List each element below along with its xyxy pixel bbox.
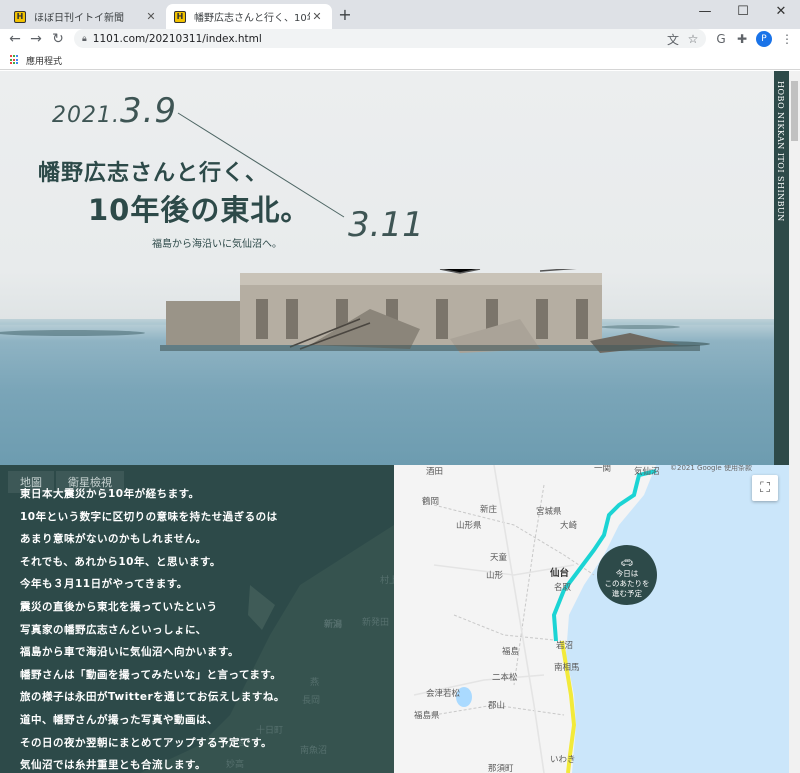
apps-grid-icon[interactable] (10, 55, 20, 65)
map-fullscreen-button[interactable]: ⛶ (752, 475, 778, 501)
intro-line: あまり意味がないのかもしれません。 (20, 533, 207, 546)
end-date: 3.11 (348, 205, 424, 245)
intro-line: 震災の直後から東北を撮っていたという (20, 600, 218, 613)
badge-line: このあたりを (604, 579, 650, 588)
intro-panel: 村上 新潟 新発田 長岡 燕 上越 妙高 南魚沼 十日町 地圖 衛星檢視 東日本… (0, 465, 394, 773)
maximize-icon[interactable]: ☐ (724, 0, 762, 22)
intro-line: 福島から車で海沿いに気仙沼へ向かいます。 (20, 646, 239, 659)
badge-line: 進む予定 (612, 589, 642, 598)
intro-line: 旅の様子は永田がTwitterを通じてお伝えしますね。 (20, 691, 285, 704)
map-place-label: 会津若松 (426, 689, 461, 699)
page-content: 2021.3.9 3.11 幡野広志さんと行く、 10年後の東北。 福島から海沿… (0, 71, 800, 773)
map-place-label: 新庄 (480, 505, 498, 515)
tab-title: 幡野広志さんと行く、10年後の東 (194, 13, 310, 24)
map-place-label: 山形 (486, 571, 504, 581)
map-place-label: 二本松 (492, 673, 518, 683)
intro-line: 気仙沼では糸井重里とも合流します。 (20, 759, 206, 772)
intro-text: 東日本大震災から10年が経ちます。 10年という数字に区切りの意味を持たせ過ぎる… (20, 483, 285, 773)
intro-map-section: 村上 新潟 新発田 長岡 燕 上越 妙高 南魚沼 十日町 地圖 衛星檢視 東日本… (0, 465, 789, 773)
route-map-canvas (413, 465, 789, 773)
today-route-badge: 🚗︎ 今日は このあたりを 進む予定 (597, 545, 657, 605)
intro-line: 幡野さんは「動画を撮ってみたいな」と言ってます。 (20, 668, 282, 681)
tab-current-article[interactable]: H 幡野広志さんと行く、10年後の東 ✕ (166, 4, 332, 29)
map-place-label: 酒田 (426, 467, 444, 477)
start-date: 2021.3.9 (52, 91, 177, 131)
date-start-day: 3.9 (119, 91, 178, 131)
bg-map-label: 新潟 (324, 620, 343, 630)
intro-line: 10年という数字に区切りの意味を持たせ過ぎるのは (20, 510, 278, 523)
minimize-icon[interactable]: — (686, 0, 724, 22)
intro-line: その日の夜か翌朝にまとめてアップする予定です。 (20, 736, 272, 749)
brand-vertical-text: HOBO NIKKAN ITOI SHINBUN (776, 81, 785, 222)
map-place-label: 鶴岡 (422, 497, 440, 507)
scrollbar-thumb[interactable] (791, 81, 798, 141)
map-place-label: 岩沼 (556, 641, 574, 651)
profile-avatar[interactable]: P (756, 31, 772, 47)
bg-map-label: 長岡 (302, 696, 321, 706)
map-place-label: 大崎 (560, 521, 578, 531)
window-close-icon[interactable]: ✕ (762, 0, 800, 22)
new-tab-icon[interactable]: + (336, 5, 354, 24)
brand-sidebar: HOBO NIKKAN ITOI SHINBUN (774, 71, 789, 465)
map-place-label: 福島県 (414, 711, 440, 721)
address-bar[interactable]: 🔒︎ 1101.com/20210311/index.html (74, 29, 706, 48)
map-place-label: 福島 (502, 647, 520, 657)
hobonichi-favicon-icon: H (174, 10, 186, 23)
reload-icon[interactable]: ↻ (49, 30, 67, 48)
map-place-label: 天童 (490, 553, 508, 563)
map-place-label: 一関 (594, 465, 612, 474)
bg-map-label: 南魚沼 (300, 746, 328, 756)
menu-kebab-icon[interactable]: ⋮ (778, 30, 796, 48)
close-icon[interactable]: ✕ (144, 10, 158, 23)
map-place-label: 宮城県 (536, 507, 562, 517)
bg-map-label: 新発田 (362, 618, 390, 628)
forward-icon[interactable]: → (27, 30, 45, 48)
hero-section: 2021.3.9 3.11 幡野広志さんと行く、 10年後の東北。 福島から海沿… (0, 71, 774, 465)
bookmarks-bar: 應用程式 (0, 50, 800, 70)
page-subtitle: 福島から海沿いに気仙沼へ。 (152, 239, 282, 250)
extension-translate-icon[interactable]: G (712, 30, 730, 48)
translate-icon[interactable]: 文 (664, 30, 682, 48)
map-place-label: 南相馬 (554, 663, 580, 673)
intro-line: 道中、幡野さんが撮った写真や動画は、 (20, 713, 218, 726)
page-scrollbar[interactable] (789, 71, 800, 773)
ruined-breakwater-image (160, 269, 700, 353)
back-icon[interactable]: ← (6, 30, 24, 48)
browser-toolbar: ← → ↻ 🔒︎ 1101.com/20210311/index.html 文 … (0, 29, 800, 50)
url-text: 1101.com/20210311/index.html (92, 32, 262, 45)
close-icon[interactable]: ✕ (310, 10, 324, 23)
tab-hobonichi[interactable]: H ほぼ日刊イトイ新聞 ✕ (6, 4, 166, 29)
map-place-label: 那須町 (488, 764, 514, 773)
intro-line: 今年も３月11日がやってきます。 (20, 578, 188, 591)
bookmark-star-icon[interactable]: ☆ (684, 30, 702, 48)
tab-strip: H ほぼ日刊イトイ新聞 ✕ H 幡野広志さんと行く、10年後の東 ✕ + — ☐… (0, 0, 800, 29)
tab-title: ほぼ日刊イトイ新聞 (34, 13, 124, 24)
bg-map-label: 村上 (380, 576, 394, 586)
extensions-puzzle-icon[interactable]: ✚ (733, 30, 751, 48)
map-city-label-sendai: 仙台 (550, 568, 570, 579)
date-year: 2021. (52, 103, 120, 128)
map-place-label: いわき (550, 755, 576, 765)
map-place-label: 山形県 (456, 521, 482, 531)
bg-map-label: 燕 (310, 678, 320, 688)
route-map[interactable]: ©2021 Google 使用条款 酒田 一関 気仙沼 鶴岡 新庄 宮城県 大崎… (394, 465, 789, 773)
map-place-label: 名取 (554, 583, 572, 593)
map-place-label: 郡山 (488, 701, 506, 711)
hobonichi-favicon-icon: H (14, 10, 26, 23)
page-title-line1: 幡野広志さんと行く、 (38, 161, 269, 186)
intro-line: 東日本大震災から10年が経ちます。 (20, 488, 200, 500)
map-copyright: ©2021 Google 使用条款 (670, 465, 752, 472)
badge-line: 今日は (615, 569, 639, 578)
apps-bookmark-label[interactable]: 應用程式 (26, 54, 62, 67)
car-icon: 🚗︎ (620, 558, 634, 569)
lock-icon: 🔒︎ (82, 33, 87, 44)
page-title-line2: 10年後の東北。 (88, 193, 311, 227)
map-place-label: 気仙沼 (634, 467, 660, 477)
intro-line: それでも、あれから10年、と思います。 (20, 555, 221, 568)
intro-line: 写真家の幡野広志さんといっしょに、 (20, 623, 207, 636)
